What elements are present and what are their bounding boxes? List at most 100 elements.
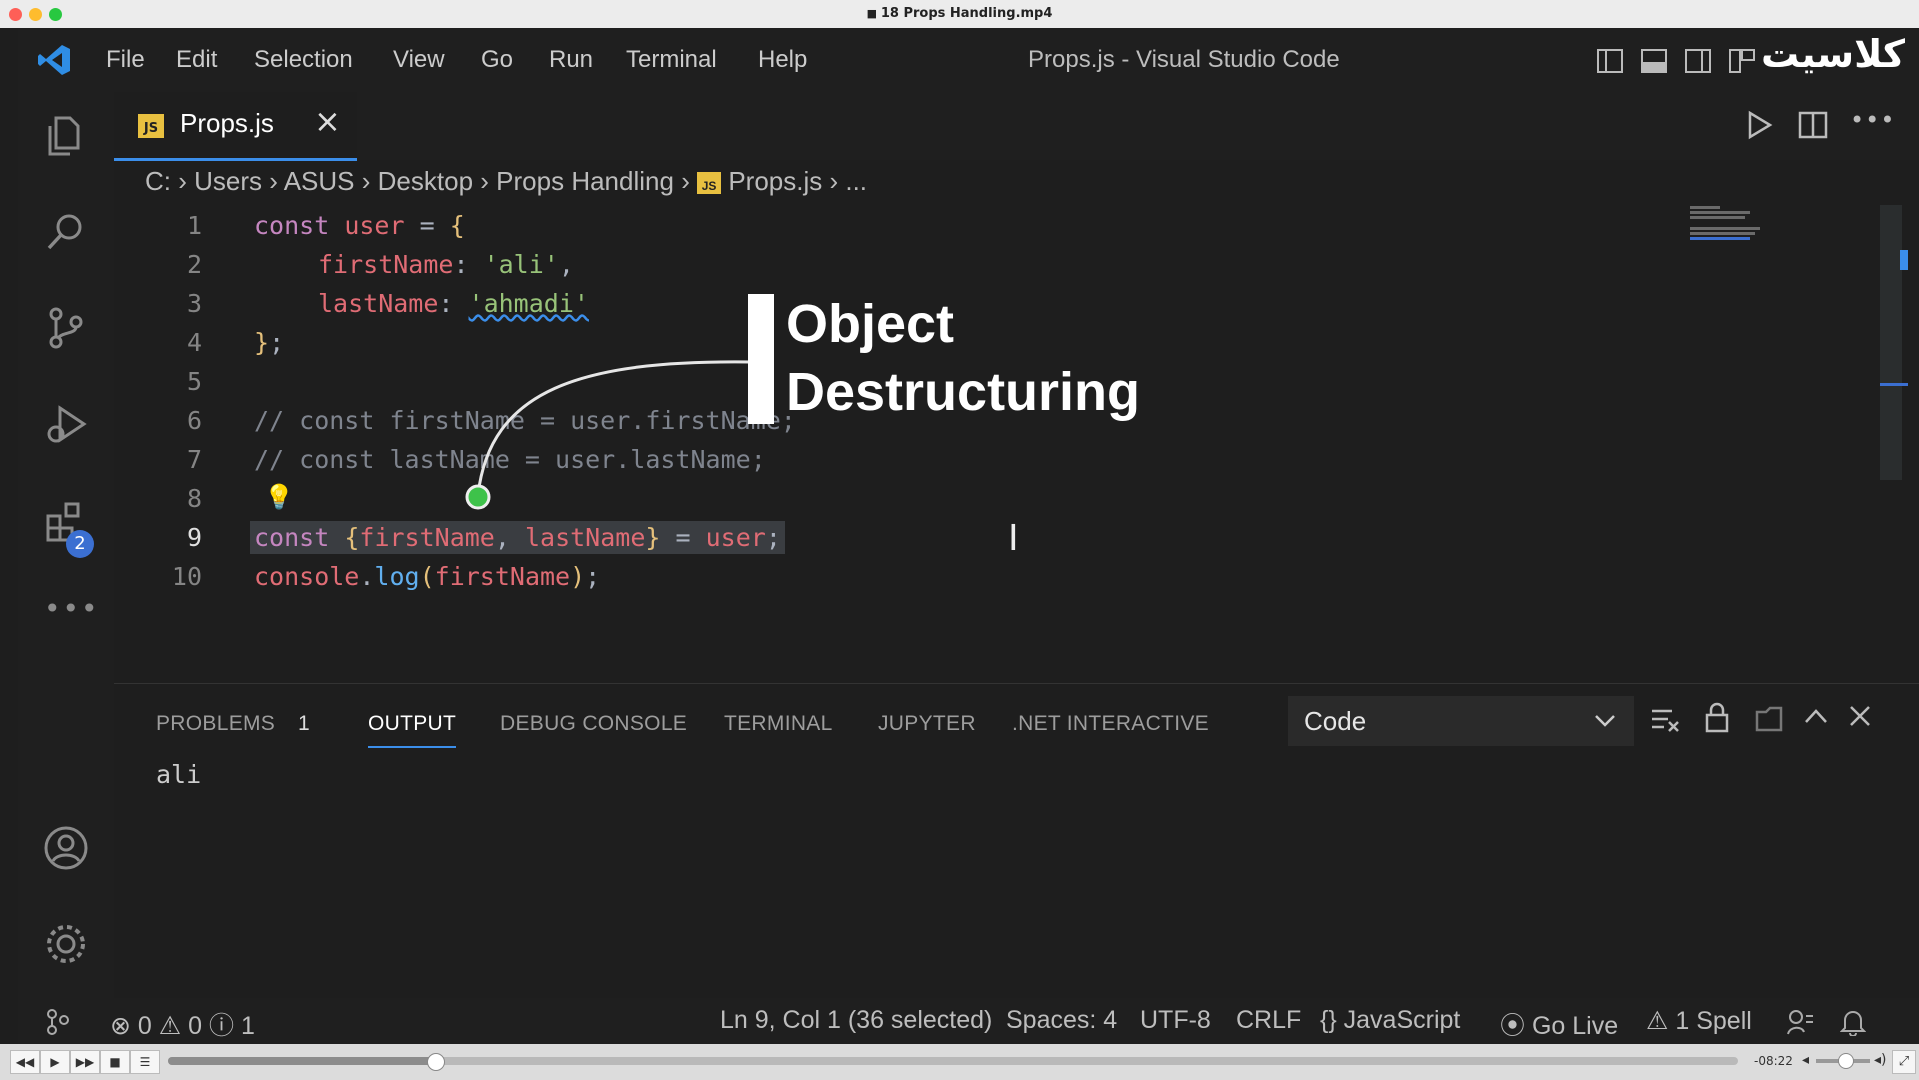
maximize-panel-icon[interactable] xyxy=(1804,708,1828,724)
split-editor-icon[interactable] xyxy=(1798,110,1828,140)
menu-terminal[interactable]: Terminal xyxy=(626,46,717,74)
breadcrumb-users[interactable]: Users xyxy=(194,166,262,196)
chevron-right-icon: › xyxy=(681,166,698,196)
rewind-icon[interactable]: ◀◀ xyxy=(10,1050,40,1074)
source-control-icon[interactable] xyxy=(42,304,90,352)
menu-selection[interactable]: Selection xyxy=(254,46,353,74)
video-player-controls: ◀◀ ▶ ▶▶ ■ ☰ -08:22 ◂ ◂) ⤢ xyxy=(0,1044,1919,1080)
accounts-icon[interactable] xyxy=(42,824,90,872)
tab-props-js[interactable]: JS Props.js × xyxy=(114,92,357,161)
fullscreen-icon[interactable]: ⤢ xyxy=(1892,1050,1916,1074)
clear-output-icon[interactable] xyxy=(1650,706,1680,734)
breadcrumb: C: › Users › ASUS › Desktop › Props Hand… xyxy=(145,166,867,197)
line-number: 2 xyxy=(186,250,202,279)
lock-scroll-icon[interactable] xyxy=(1704,702,1730,734)
code-line-1: const user = { xyxy=(254,211,465,240)
settings-gear-icon[interactable] xyxy=(42,920,90,968)
end-of-line[interactable]: CRLF xyxy=(1236,1006,1301,1035)
toggle-secondary-sidebar-icon[interactable] xyxy=(1684,48,1712,74)
breadcrumb-more[interactable]: ... xyxy=(845,166,867,196)
panel-tab-debug-console[interactable]: DEBUG CONSOLE xyxy=(500,712,687,736)
feedback-icon[interactable] xyxy=(1786,1008,1814,1036)
video-file-icon: ■ xyxy=(866,7,881,20)
broadcast-icon: ⦿ xyxy=(1500,1012,1526,1040)
close-tab-icon[interactable]: × xyxy=(314,102,341,140)
breadcrumb-file[interactable]: Props.js xyxy=(728,166,822,196)
volume-handle[interactable] xyxy=(1838,1053,1854,1069)
video-window-titlebar: ■ 18 Props Handling.mp4 xyxy=(0,0,1919,28)
breadcrumb-drive[interactable]: C: xyxy=(145,166,171,196)
play-icon[interactable]: ▶ xyxy=(40,1050,70,1074)
line-number: 4 xyxy=(186,328,202,357)
line-number: 10 xyxy=(171,562,202,591)
chevron-right-icon: › xyxy=(480,166,497,196)
customize-layout-icon[interactable] xyxy=(1728,48,1756,74)
watermark-logo: کلاسیت xyxy=(1760,32,1906,76)
line-number: 5 xyxy=(186,367,202,396)
bottom-panel: PROBLEMS 1 OUTPUT DEBUG CONSOLE TERMINAL… xyxy=(114,683,1919,999)
playlist-icon[interactable]: ☰ xyxy=(130,1050,160,1074)
menu-view[interactable]: View xyxy=(393,46,445,74)
activity-bar: 2 ••• xyxy=(18,92,114,998)
mouse-text-cursor-icon: I xyxy=(1008,518,1019,559)
chevron-down-icon xyxy=(1595,715,1615,727)
scrollbar-marker xyxy=(1900,250,1908,270)
stop-icon[interactable]: ■ xyxy=(100,1050,130,1074)
lightbulb-icon[interactable]: 💡 xyxy=(264,483,294,511)
menu-run[interactable]: Run xyxy=(549,46,593,74)
explorer-icon[interactable] xyxy=(42,112,90,160)
menu-edit[interactable]: Edit xyxy=(176,46,217,74)
warning-icon: ⚠ xyxy=(1646,1007,1669,1035)
panel-tab-terminal[interactable]: TERMINAL xyxy=(724,712,833,736)
remote-icon[interactable] xyxy=(44,1008,72,1036)
problems-count: 1 xyxy=(298,712,310,735)
panel-tab-output[interactable]: OUTPUT xyxy=(368,712,457,748)
panel-tab-net-interactive[interactable]: .NET INTERACTIVE xyxy=(1012,712,1209,736)
code-line-4: }; xyxy=(254,328,285,357)
panel-tab-jupyter[interactable]: JUPYTER xyxy=(878,712,976,736)
volume-low-icon[interactable]: ◂ xyxy=(1802,1052,1809,1068)
seek-bar[interactable] xyxy=(168,1053,1738,1071)
more-actions-icon[interactable]: ••• xyxy=(1850,106,1895,134)
breadcrumb-desktop[interactable]: Desktop xyxy=(378,166,473,196)
volume-slider[interactable] xyxy=(1816,1053,1870,1069)
spell-check-status[interactable]: ⚠ 1 Spell xyxy=(1646,1006,1752,1036)
line-number: 3 xyxy=(186,289,202,318)
code-line-9-selected: const {firstName, lastName} = user; xyxy=(250,521,785,554)
annotation-bar xyxy=(748,294,774,424)
line-number: 8 xyxy=(186,484,202,513)
vscode-logo-icon xyxy=(38,45,70,75)
window-title: Props.js - Visual Studio Code xyxy=(1028,46,1340,73)
open-output-editor-icon[interactable] xyxy=(1754,704,1784,732)
time-remaining: -08:22 xyxy=(1754,1054,1793,1068)
search-icon[interactable] xyxy=(42,208,90,256)
volume-high-icon[interactable]: ◂) xyxy=(1874,1052,1887,1068)
breadcrumb-folder[interactable]: Props Handling xyxy=(496,166,674,196)
warning-icon: ⚠ xyxy=(158,1012,182,1040)
chevron-right-icon: › xyxy=(269,166,284,196)
breadcrumb-asus[interactable]: ASUS xyxy=(284,166,355,196)
go-live-button[interactable]: ⦿ Go Live xyxy=(1500,1006,1618,1042)
menu-go[interactable]: Go xyxy=(481,46,513,74)
fast-forward-icon[interactable]: ▶▶ xyxy=(70,1050,100,1074)
seek-handle[interactable] xyxy=(426,1053,445,1071)
language-mode[interactable]: {} JavaScript xyxy=(1320,1006,1460,1035)
output-channel-select[interactable]: Code xyxy=(1288,696,1634,746)
menu-file[interactable]: File xyxy=(106,46,145,74)
toggle-panel-icon[interactable] xyxy=(1640,48,1668,74)
cursor-position[interactable]: Ln 9, Col 1 (36 selected) xyxy=(720,1006,992,1035)
minimap[interactable] xyxy=(1690,204,1780,244)
encoding[interactable]: UTF-8 xyxy=(1140,1006,1211,1035)
problems-status[interactable]: ⊗ 0 ⚠ 0 ⓘ 1 xyxy=(110,1006,255,1042)
indentation[interactable]: Spaces: 4 xyxy=(1006,1006,1117,1035)
panel-tab-problems[interactable]: PROBLEMS xyxy=(156,712,275,736)
close-panel-icon[interactable] xyxy=(1848,704,1872,728)
notifications-bell-icon[interactable] xyxy=(1840,1008,1866,1036)
menu-help[interactable]: Help xyxy=(758,46,807,74)
run-file-icon[interactable] xyxy=(1744,110,1774,140)
more-views-icon[interactable]: ••• xyxy=(44,592,100,625)
run-debug-icon[interactable] xyxy=(42,400,90,448)
editor-scrollbar[interactable] xyxy=(1880,205,1908,480)
info-icon: ⓘ xyxy=(209,1012,235,1040)
toggle-primary-sidebar-icon[interactable] xyxy=(1596,48,1624,74)
